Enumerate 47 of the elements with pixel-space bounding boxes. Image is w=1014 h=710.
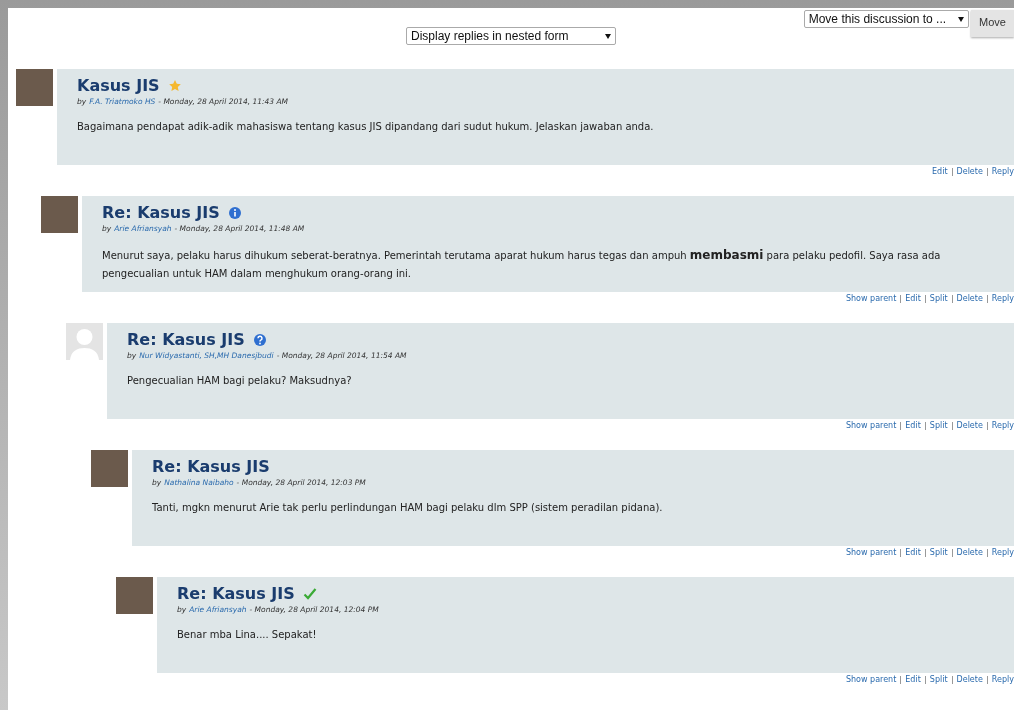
action-link[interactable]: Edit [900, 422, 925, 430]
avatar-silhouette [66, 323, 103, 360]
action-link[interactable]: Delete [951, 676, 987, 684]
action-link[interactable]: Reply [986, 676, 1014, 684]
action-link[interactable]: Edit [900, 676, 925, 684]
action-link[interactable]: Delete [951, 422, 987, 430]
action-link[interactable]: Show parent [841, 676, 901, 684]
action-link[interactable]: Split [924, 549, 952, 557]
photo-placeholder [16, 69, 53, 106]
photo-placeholder [116, 577, 153, 614]
action-link[interactable]: Reply [986, 422, 1014, 430]
display-mode-dropdown[interactable]: Display replies in nested form [406, 27, 616, 45]
action-link[interactable]: Split [924, 422, 952, 430]
post-message: Benar mba Lina.... Sepakat! [177, 628, 318, 642]
post-subject: Re: Kasus JIS [102, 203, 220, 222]
post-subject: Kasus JIS [77, 76, 160, 95]
move-discussion-dropdown[interactable]: Move this discussion to ... [803, 10, 970, 28]
star-icon [167, 78, 182, 93]
action-link[interactable]: Show parent [841, 422, 901, 430]
action-link[interactable]: Reply [986, 549, 1014, 557]
post-message: Tanti, mgkn menurut Arie tak perlu perlindungan HAM bagi pelaku dlm SPP (sistem peradilan pidana). [152, 501, 664, 515]
action-link[interactable]: Reply [986, 295, 1014, 303]
caret-icon [958, 16, 965, 22]
help-icon [252, 332, 267, 347]
action-link[interactable]: Split [924, 676, 952, 684]
post-message: Pengecualian HAM bagi pelaku? Maksudnya? [127, 374, 353, 388]
action-link[interactable]: Show parent [841, 295, 901, 303]
photo-placeholder [91, 450, 128, 487]
action-link[interactable]: Edit [900, 549, 925, 557]
action-link[interactable]: Reply [986, 168, 1014, 176]
action-link[interactable]: Split [924, 295, 952, 303]
post-subject: Re: Kasus JIS [127, 330, 245, 349]
action-link[interactable]: Delete [951, 168, 987, 176]
post-subject: Re: Kasus JIS [177, 584, 295, 603]
action-link[interactable]: Delete [951, 549, 987, 557]
post-message: Bagaimana pendapat adik-adik mahasiswa tentang kasus JIS dipandang dari sudut hukum. Jelaskan jawaban anda. [77, 120, 655, 134]
action-link[interactable]: Edit [928, 168, 952, 176]
move-button[interactable]: Move [971, 10, 1014, 37]
checkmark-icon [302, 586, 317, 601]
action-link[interactable]: Delete [951, 295, 987, 303]
post-message: Menurut saya, pelaku harus dihukum seberat-beratnya. Pemerintah terutama aparat hukum harus tegas dan ampuh membasmi para pelaku pedofil. Saya rasa ada pengecualian untuk HAM dalam menghukum orang-orang ini. [102, 247, 942, 282]
action-link[interactable]: Show parent [841, 549, 901, 557]
action-link[interactable]: Edit [900, 295, 925, 303]
photo-placeholder [41, 196, 78, 233]
post-subject: Re: Kasus JIS [152, 457, 270, 476]
info-icon [227, 205, 242, 220]
caret-icon [605, 33, 611, 39]
